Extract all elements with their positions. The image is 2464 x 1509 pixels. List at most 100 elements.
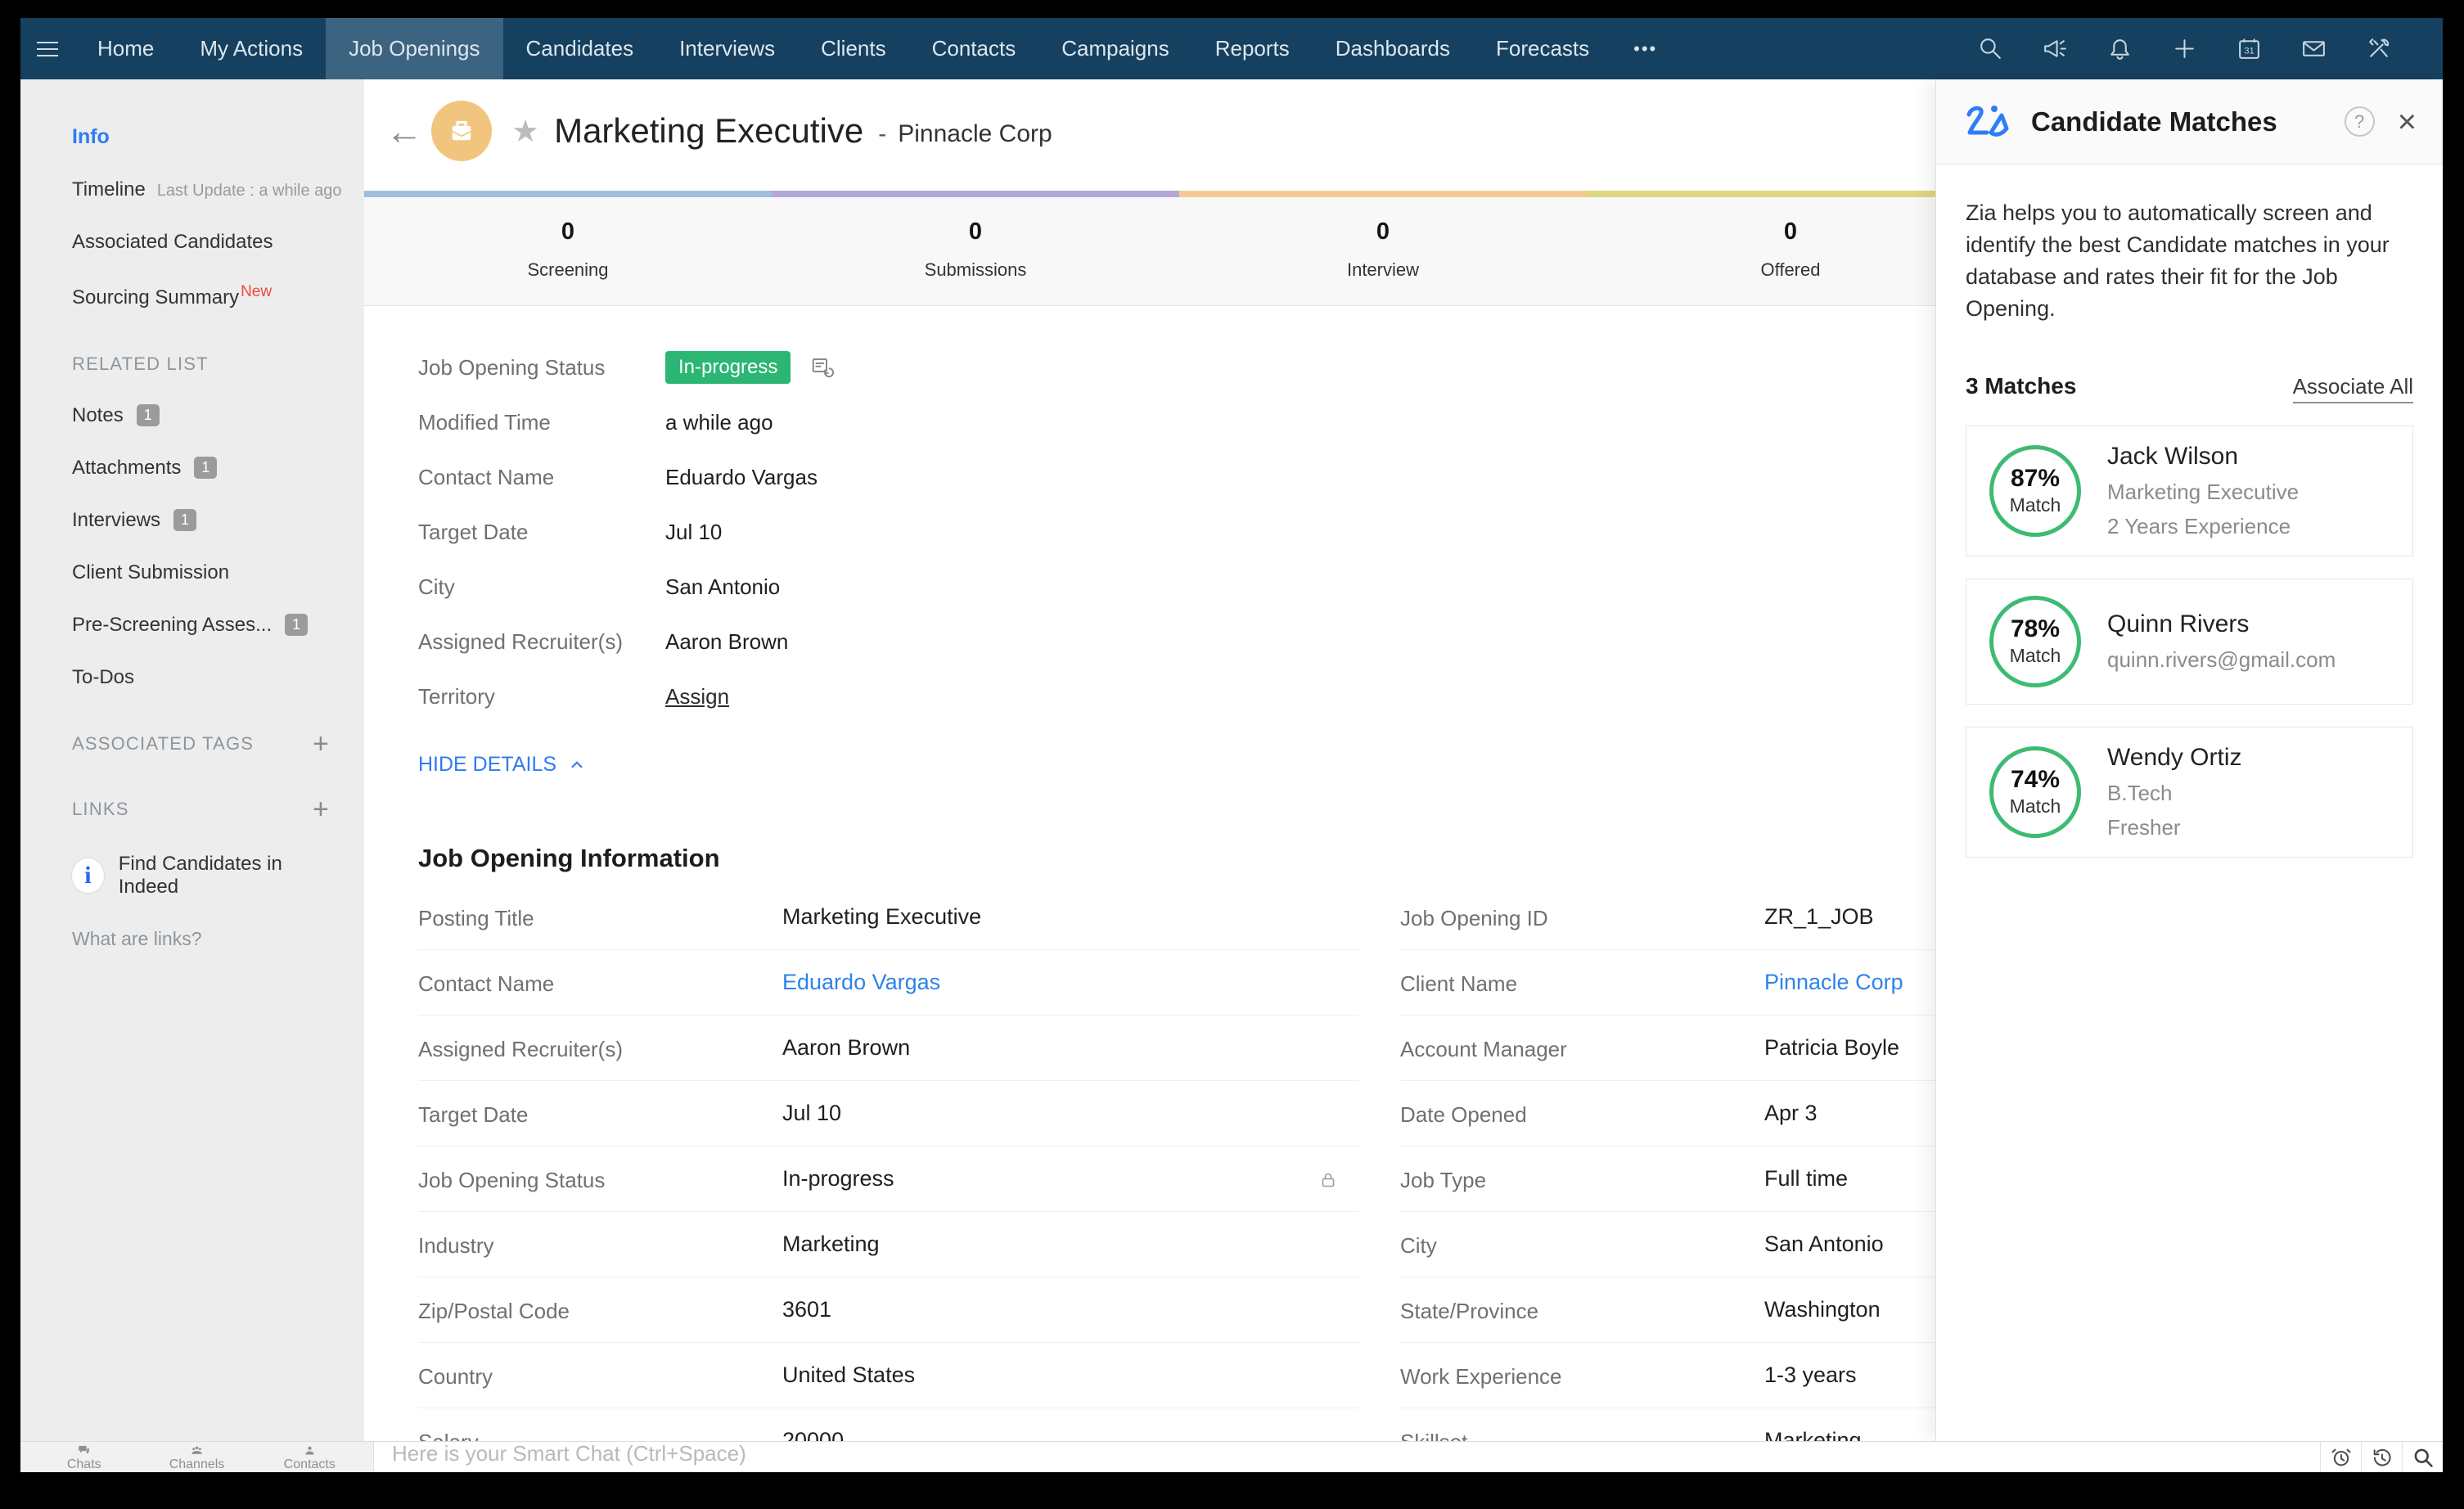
chevron-up-icon bbox=[571, 760, 583, 768]
sidebar-item-attachments[interactable]: Attachments 1 bbox=[72, 457, 330, 480]
help-icon[interactable]: ? bbox=[2344, 106, 2375, 137]
mail-icon[interactable] bbox=[2300, 35, 2327, 62]
chats-icon bbox=[79, 1445, 89, 1454]
field-row: Zip/Postal Code 3601 bbox=[418, 1277, 1359, 1343]
notifications-icon[interactable] bbox=[2106, 35, 2133, 62]
field-row: Job Opening Status In-progress bbox=[418, 1146, 1359, 1212]
timeline-last-update: Last Update : a while ago bbox=[156, 182, 342, 200]
count-badge: 1 bbox=[194, 457, 218, 479]
hamburger-menu-icon[interactable] bbox=[20, 18, 74, 79]
alarm-clock-icon bbox=[2331, 1448, 2351, 1466]
briefcase-icon bbox=[452, 120, 471, 141]
nav-item-contacts[interactable]: Contacts bbox=[909, 18, 1039, 79]
candidate-name[interactable]: Jack Wilson bbox=[2107, 443, 2299, 471]
nav-item-candidates[interactable]: Candidates bbox=[503, 18, 657, 79]
candidate-match-card[interactable]: 87% Match Jack Wilson Marketing Executiv… bbox=[1966, 425, 2413, 556]
candidate-match-card[interactable]: 78% Match Quinn Rivers quinn.rivers@gmai… bbox=[1966, 578, 2413, 705]
chat-tab-channels[interactable]: Channels bbox=[148, 1444, 246, 1472]
sidebar-item-sourcing-summary[interactable]: Sourcing Summary New bbox=[72, 283, 330, 309]
chat-tab-chats[interactable]: Chats bbox=[35, 1444, 133, 1472]
nav-item-home[interactable]: Home bbox=[74, 18, 177, 79]
match-percent-ring: 78% Match bbox=[1989, 595, 2081, 687]
candidate-detail: B.Tech bbox=[2107, 780, 2173, 805]
sidebar-item-client-submission[interactable]: Client Submission bbox=[72, 561, 330, 584]
nav-item-reports[interactable]: Reports bbox=[1192, 18, 1313, 79]
field-row: Posting Title Marketing Executive bbox=[418, 885, 1359, 950]
field-row: Country United States bbox=[418, 1343, 1359, 1408]
svg-text:31: 31 bbox=[2244, 47, 2255, 56]
indeed-icon: i bbox=[72, 858, 104, 893]
candidate-matches-panel: Candidate Matches ? × Zia helps you to a… bbox=[1935, 79, 2443, 1441]
sidebar-item-info[interactable]: Info bbox=[72, 125, 330, 149]
count-badge: 1 bbox=[285, 614, 309, 636]
related-list-header: RELATED LIST bbox=[72, 354, 209, 374]
matches-count: 3 Matches bbox=[1966, 372, 2077, 399]
search-icon bbox=[2414, 1448, 2433, 1467]
client-name-subtitle: Pinnacle Corp bbox=[898, 120, 1052, 147]
field-row: Contact Name Eduardo Vargas bbox=[418, 950, 1359, 1016]
status-history-icon[interactable] bbox=[810, 355, 835, 380]
indeed-link[interactable]: i Find Candidates in Indeed bbox=[72, 853, 330, 899]
favorite-star-icon[interactable]: ★ bbox=[511, 113, 539, 150]
pipeline-stage-screening[interactable]: 0 Screening bbox=[364, 197, 772, 305]
match-percent-ring: 74% Match bbox=[1989, 745, 2081, 838]
left-sidebar: Info Timeline Last Update : a while ago A… bbox=[20, 79, 364, 1441]
field-row: Industry Marketing bbox=[418, 1212, 1359, 1277]
associate-all-link[interactable]: Associate All bbox=[2292, 374, 2413, 403]
nav-item-campaigns[interactable]: Campaigns bbox=[1038, 18, 1192, 79]
panel-title: Candidate Matches bbox=[2031, 106, 2277, 137]
calendar-icon[interactable]: 31 bbox=[2236, 35, 2263, 62]
sidebar-item-interviews[interactable]: Interviews 1 bbox=[72, 509, 330, 532]
candidate-detail: Fresher bbox=[2107, 814, 2181, 840]
associated-tags-header: ASSOCIATED TAGS + bbox=[72, 728, 330, 759]
back-arrow-icon[interactable]: ← bbox=[377, 109, 431, 153]
count-badge: 1 bbox=[173, 509, 197, 531]
chat-search-button[interactable] bbox=[2402, 1442, 2443, 1472]
zia-logo-icon bbox=[1962, 101, 2015, 142]
candidate-match-card[interactable]: 74% Match Wendy Ortiz B.Tech Fresher bbox=[1966, 726, 2413, 858]
zia-description: Zia helps you to automatically screen an… bbox=[1966, 200, 2390, 322]
job-opening-avatar bbox=[431, 101, 492, 161]
reminder-button[interactable] bbox=[2320, 1442, 2361, 1472]
candidate-name[interactable]: Wendy Ortiz bbox=[2107, 744, 2242, 772]
assign-territory-link[interactable]: Assign bbox=[665, 684, 729, 709]
nav-item-my-actions[interactable]: My Actions bbox=[177, 18, 326, 79]
add-tag-icon[interactable]: + bbox=[313, 730, 330, 758]
search-icon[interactable] bbox=[1977, 35, 2004, 62]
smart-chat-bar: Chats Channels Contacts bbox=[20, 1441, 2443, 1472]
top-nav: Home My Actions Job Openings Candidates … bbox=[20, 18, 2443, 79]
announcement-icon[interactable] bbox=[2042, 35, 2069, 62]
pipeline-stage-interview[interactable]: 0 Interview bbox=[1179, 197, 1587, 305]
sidebar-item-associated-candidates[interactable]: Associated Candidates bbox=[72, 231, 330, 254]
status-badge: In-progress bbox=[665, 351, 791, 384]
candidate-detail: 2 Years Experience bbox=[2107, 513, 2291, 538]
chat-history-button[interactable] bbox=[2361, 1442, 2402, 1472]
nav-item-forecasts[interactable]: Forecasts bbox=[1473, 18, 1612, 79]
nav-item-clients[interactable]: Clients bbox=[798, 18, 908, 79]
nav-overflow-icon[interactable]: ••• bbox=[1612, 18, 1678, 79]
add-link-icon[interactable]: + bbox=[313, 795, 330, 823]
links-header: LINKS + bbox=[72, 794, 330, 825]
nav-item-interviews[interactable]: Interviews bbox=[656, 18, 798, 79]
history-icon bbox=[2373, 1448, 2391, 1466]
pipeline-stage-offered[interactable]: 0 Offered bbox=[1587, 197, 1994, 305]
sidebar-item-notes[interactable]: Notes 1 bbox=[72, 404, 330, 427]
sidebar-item-timeline[interactable]: Timeline Last Update : a while ago bbox=[72, 178, 342, 201]
candidate-name[interactable]: Quinn Rivers bbox=[2107, 610, 2336, 638]
count-badge: 1 bbox=[136, 404, 160, 426]
nav-item-dashboards[interactable]: Dashboards bbox=[1313, 18, 1473, 79]
contact-name-link[interactable]: Eduardo Vargas bbox=[782, 970, 1359, 995]
add-icon[interactable] bbox=[2171, 35, 2198, 62]
sidebar-item-to-dos[interactable]: To-Dos bbox=[72, 666, 330, 689]
close-icon[interactable]: × bbox=[2398, 106, 2417, 138]
smart-chat-input[interactable] bbox=[374, 1442, 2320, 1472]
sidebar-item-pre-screening[interactable]: Pre-Screening Asses... 1 bbox=[72, 614, 330, 637]
pipeline-stage-submissions[interactable]: 0 Submissions bbox=[772, 197, 1179, 305]
setup-icon[interactable] bbox=[2365, 35, 2392, 62]
field-row: Assigned Recruiter(s) Aaron Brown bbox=[418, 1016, 1359, 1081]
lock-icon bbox=[1318, 1170, 1338, 1190]
what-are-links[interactable]: What are links? bbox=[72, 928, 330, 950]
chat-tab-contacts[interactable]: Contacts bbox=[260, 1444, 358, 1472]
contacts-icon bbox=[305, 1446, 314, 1455]
nav-item-job-openings[interactable]: Job Openings bbox=[326, 18, 503, 79]
